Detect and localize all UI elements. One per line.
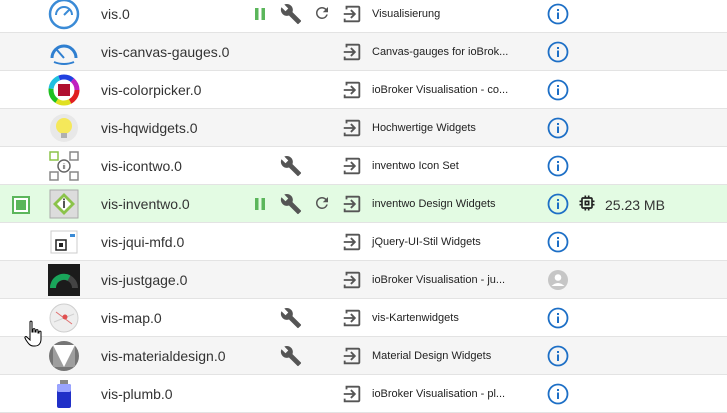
vis-gauge-icon bbox=[48, 0, 80, 30]
adapter-row-vis-hqwidgets[interactable]: vis-hqwidgets.0 Hochwertige Widgets bbox=[0, 109, 727, 147]
wrench-icon[interactable] bbox=[280, 193, 302, 215]
adapter-row-vis-map[interactable]: vis-map.0 vis-Kartenwidgets bbox=[0, 299, 727, 337]
info-icon[interactable] bbox=[547, 193, 569, 215]
pause-icon[interactable] bbox=[252, 195, 268, 213]
wrench-icon[interactable] bbox=[280, 307, 302, 329]
info-icon[interactable] bbox=[547, 231, 569, 253]
adapter-name: vis-jqui-mfd.0 bbox=[101, 234, 185, 250]
inventwo-logo-icon bbox=[48, 188, 80, 220]
info-icon[interactable] bbox=[547, 345, 569, 367]
open-instance-icon[interactable] bbox=[341, 41, 363, 63]
adapter-name: vis-justgage.0 bbox=[101, 272, 188, 288]
adapter-description: Visualisierung bbox=[372, 8, 441, 20]
adapter-row-vis-materialdesign[interactable]: vis-materialdesign.0 Material Design Wid… bbox=[0, 337, 727, 375]
adapter-row-vis-jqui-mfd[interactable]: vis-jqui-mfd.0 jQuery-UI-Stil Widgets bbox=[0, 223, 727, 261]
adapter-row-vis[interactable]: vis.0 Visualisierung bbox=[0, 0, 727, 33]
adapter-name: vis-map.0 bbox=[101, 310, 162, 326]
adapter-description: jQuery-UI-Stil Widgets bbox=[372, 236, 481, 248]
memory-chip-icon bbox=[577, 193, 597, 213]
wrench-icon[interactable] bbox=[280, 345, 302, 367]
adapter-description: inventwo Design Widgets bbox=[372, 198, 496, 210]
open-instance-icon[interactable] bbox=[341, 193, 363, 215]
battery-icon bbox=[48, 378, 80, 410]
selection-checkbox[interactable] bbox=[12, 196, 30, 214]
adapter-name: vis-icontwo.0 bbox=[101, 158, 182, 174]
open-instance-icon[interactable] bbox=[341, 3, 363, 25]
open-instance-icon[interactable] bbox=[341, 117, 363, 139]
adapter-description: Canvas-gauges for ioBrok... bbox=[372, 46, 509, 58]
adapter-name: vis-plumb.0 bbox=[101, 386, 173, 402]
lightbulb-icon bbox=[48, 112, 80, 144]
info-icon[interactable] bbox=[547, 383, 569, 405]
open-instance-icon[interactable] bbox=[341, 345, 363, 367]
adapter-row-vis-plumb[interactable]: vis-plumb.0 ioBroker Visualisation - pl.… bbox=[0, 375, 727, 413]
adapter-name: vis-materialdesign.0 bbox=[101, 348, 226, 364]
adapter-name: vis.0 bbox=[101, 6, 130, 22]
adapter-name: vis-canvas-gauges.0 bbox=[101, 44, 230, 60]
adapter-row-vis-inventwo[interactable]: vis-inventwo.0 inventwo Design Widgets 2… bbox=[0, 185, 727, 223]
adapter-row-vis-icontwo[interactable]: ii vis-icontwo.0 inventwo Icon Set bbox=[0, 147, 727, 185]
color-wheel-icon bbox=[48, 74, 80, 106]
info-icon[interactable] bbox=[547, 307, 569, 329]
map-icon bbox=[48, 302, 80, 334]
pause-icon[interactable] bbox=[252, 5, 268, 23]
adapter-description: ioBroker Visualisation - pl... bbox=[372, 388, 506, 400]
memory-usage: 25.23 MB bbox=[605, 197, 665, 213]
adapter-description: ioBroker Visualisation - ju... bbox=[372, 274, 506, 286]
adapter-description: Material Design Widgets bbox=[372, 350, 492, 362]
adapter-description: ioBroker Visualisation - co... bbox=[372, 84, 509, 96]
adapter-row-vis-colorpicker[interactable]: vis-colorpicker.0 ioBroker Visualisation… bbox=[0, 71, 727, 109]
inventwo-icon-set-icon: ii bbox=[48, 150, 80, 182]
open-instance-icon[interactable] bbox=[341, 307, 363, 329]
adapter-description: vis-Kartenwidgets bbox=[372, 312, 459, 324]
adapter-description: inventwo Icon Set bbox=[372, 160, 459, 172]
canvas-gauge-icon bbox=[48, 36, 80, 68]
open-instance-icon[interactable] bbox=[341, 383, 363, 405]
adapter-name: vis-inventwo.0 bbox=[101, 196, 190, 212]
info-icon[interactable] bbox=[547, 41, 569, 63]
open-instance-icon[interactable] bbox=[341, 79, 363, 101]
open-instance-icon[interactable] bbox=[341, 155, 363, 177]
info-icon[interactable] bbox=[547, 117, 569, 139]
adapter-name: vis-colorpicker.0 bbox=[101, 82, 202, 98]
adapter-row-vis-justgage[interactable]: vis-justgage.0 ioBroker Visualisation - … bbox=[0, 261, 727, 299]
justgage-icon bbox=[48, 264, 80, 296]
reload-icon[interactable] bbox=[313, 194, 331, 212]
adapter-row-vis-canvas-gauges[interactable]: vis-canvas-gauges.0 Canvas-gauges for io… bbox=[0, 33, 727, 71]
info-icon[interactable] bbox=[547, 3, 569, 25]
open-instance-icon[interactable] bbox=[341, 231, 363, 253]
reload-icon[interactable] bbox=[313, 4, 331, 22]
avatar-icon[interactable] bbox=[547, 269, 569, 291]
adapter-description: Hochwertige Widgets bbox=[372, 122, 476, 134]
material-design-icon bbox=[48, 340, 80, 372]
wrench-icon[interactable] bbox=[280, 3, 302, 25]
jqui-mfd-icon bbox=[48, 226, 80, 258]
svg-text:ii: ii bbox=[62, 164, 66, 171]
open-instance-icon[interactable] bbox=[341, 269, 363, 291]
hand-cursor-icon bbox=[24, 320, 44, 348]
adapter-list: vis.0 Visualisierung vis-canvas-gauges.0… bbox=[0, 0, 727, 413]
info-icon[interactable] bbox=[547, 79, 569, 101]
adapter-name: vis-hqwidgets.0 bbox=[101, 120, 198, 136]
wrench-icon[interactable] bbox=[280, 155, 302, 177]
info-icon[interactable] bbox=[547, 155, 569, 177]
